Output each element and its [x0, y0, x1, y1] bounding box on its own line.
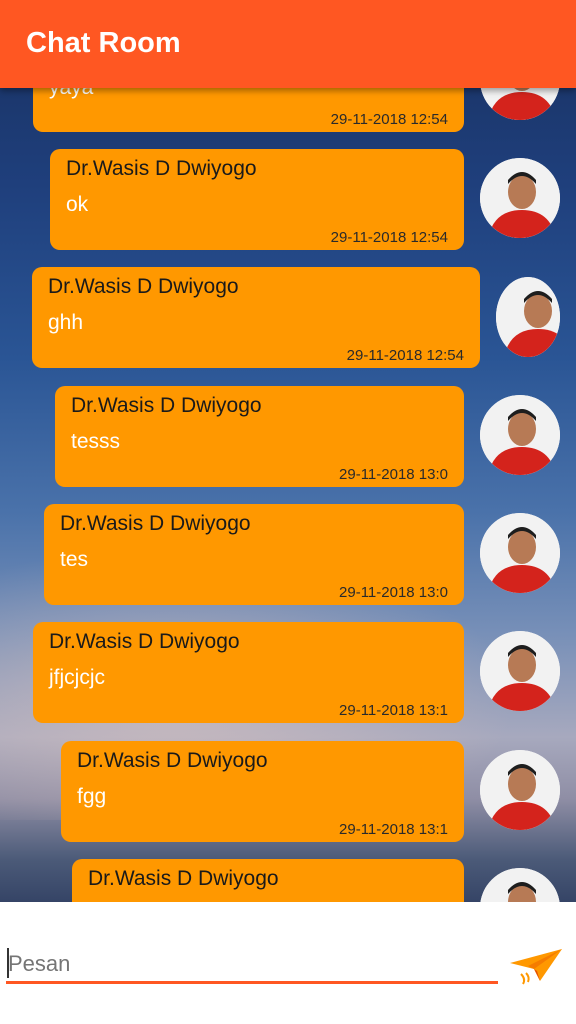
sender-name: Dr.Wasis D Dwiyogo [77, 749, 268, 772]
send-paper-plane-icon [506, 949, 566, 989]
sender-name: Dr.Wasis D Dwiyogo [71, 394, 262, 417]
message-time: 29-11-2018 13:0 [339, 584, 448, 601]
user-avatar[interactable] [480, 631, 560, 711]
page-title: Chat Room [26, 27, 181, 59]
message-text: fgg [77, 785, 107, 808]
user-avatar[interactable] [480, 395, 560, 475]
app-bar: Chat Room [0, 0, 576, 88]
user-avatar[interactable] [480, 750, 560, 830]
message-time: 29-11-2018 12:54 [330, 111, 448, 128]
message-time: 29-11-2018 12:54 [330, 229, 448, 246]
input-underline [6, 981, 498, 984]
message-bubble[interactable]: Dr.Wasis D Dwiyogo jfjcjcjc 29-11-2018 1… [33, 622, 464, 723]
sender-name: Dr.Wasis D Dwiyogo [48, 275, 239, 298]
message-time: 29-11-2018 12:54 [346, 347, 464, 364]
message-text: ok [66, 193, 89, 216]
message-input[interactable] [6, 944, 500, 984]
message-text: ghh [48, 311, 84, 334]
message-bubble[interactable]: Dr.Wasis D Dwiyogo tes 29-11-2018 13:0 [44, 504, 464, 605]
user-avatar[interactable] [480, 158, 560, 238]
message-bubble[interactable]: Dr.Wasis D Dwiyogo fgg 29-11-2018 13:1 [61, 741, 464, 842]
text-cursor [7, 948, 9, 978]
message-time: 29-11-2018 13:1 [339, 821, 448, 838]
message-time: 29-11-2018 13:1 [339, 702, 448, 719]
sender-name: Dr.Wasis D Dwiyogo [60, 512, 251, 535]
sender-name: Dr.Wasis D Dwiyogo [66, 157, 257, 180]
sender-name: Dr.Wasis D Dwiyogo [88, 867, 279, 890]
message-text: tes [60, 548, 89, 571]
send-button[interactable] [506, 945, 566, 985]
user-avatar[interactable] [496, 277, 560, 357]
user-avatar[interactable] [480, 513, 560, 593]
message-bubble[interactable]: Dr.Wasis D Dwiyogo ghh 29-11-2018 12:54 [32, 267, 480, 368]
message-time: 29-11-2018 13:0 [339, 466, 448, 483]
message-bubble[interactable]: Dr.Wasis D Dwiyogo tesss 29-11-2018 13:0 [55, 386, 464, 487]
message-text: tesss [71, 430, 121, 453]
sender-name: Dr.Wasis D Dwiyogo [49, 630, 240, 653]
message-text: jfjcjcjc [49, 666, 105, 689]
message-bubble[interactable]: Dr.Wasis D Dwiyogo ok 29-11-2018 12:54 [50, 149, 464, 250]
